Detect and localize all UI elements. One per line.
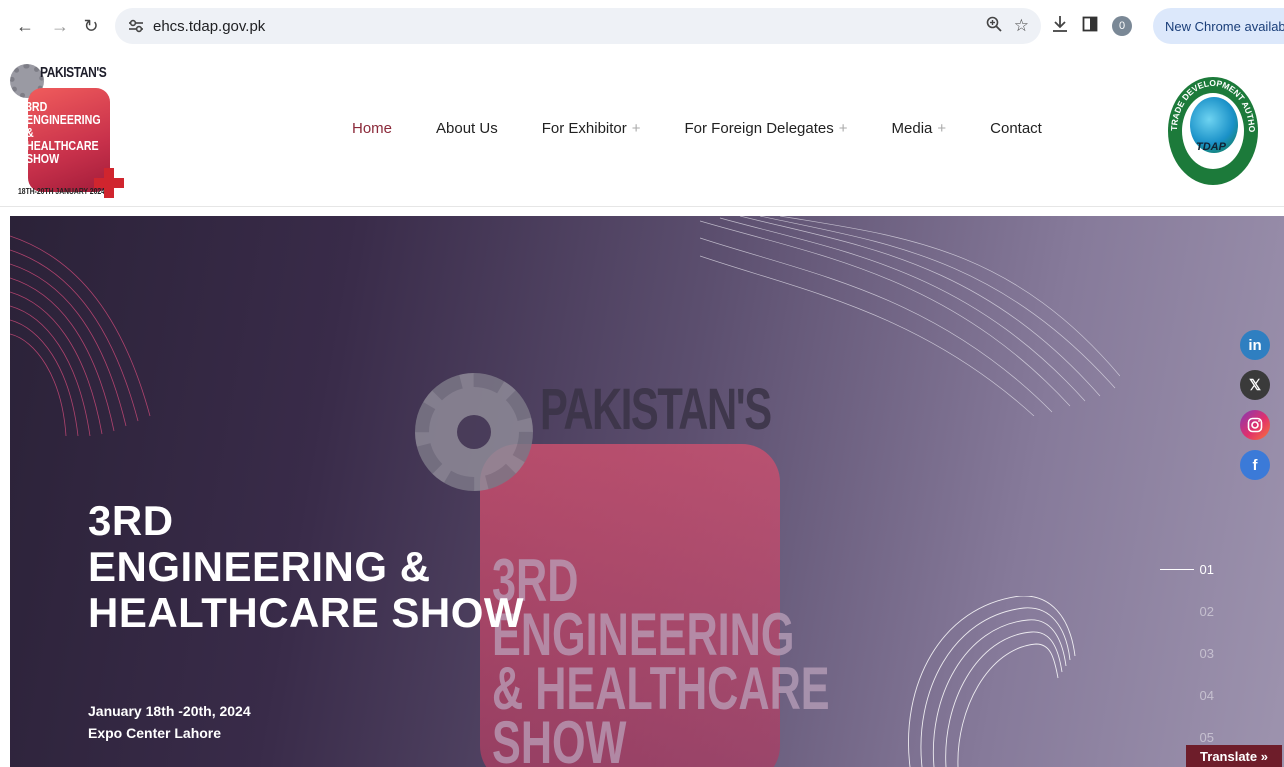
tdap-seal-logo[interactable]: TRADE DEVELOPMENT AUTHORITY OF PAKISTAN … (1168, 77, 1258, 185)
social-links: in 𝕏 f (1240, 330, 1270, 480)
seal-abbr: TDAP (1196, 141, 1226, 153)
hero-event-details: January 18th -20th, 2024 Expo Center Lah… (88, 700, 251, 744)
logo-date: 18TH-20TH JANUARY 2024 (18, 187, 105, 196)
linkedin-icon[interactable]: in (1240, 330, 1270, 360)
nav-for-exhibitor[interactable]: For Exhibitor + (542, 120, 641, 137)
nav-about-us[interactable]: About Us (436, 120, 498, 137)
address-bar[interactable]: ehcs.tdap.gov.pk ☆ (115, 8, 1041, 44)
instagram-icon[interactable] (1240, 410, 1270, 440)
logo-subtitle: 3RD ENGINEERING & HEALTHCARE SHOW (26, 99, 101, 166)
nav-media[interactable]: Media + (892, 120, 947, 137)
slide-pagination: 01 02 03 04 05 (1154, 548, 1214, 758)
slide-indicator[interactable]: 01 (1154, 548, 1214, 590)
slide-indicator[interactable]: 02 (1154, 590, 1214, 632)
translate-button[interactable]: Translate » (1186, 745, 1282, 767)
site-info-icon[interactable] (119, 19, 153, 33)
reload-icon[interactable]: ↻ (76, 11, 106, 41)
url-text[interactable]: ehcs.tdap.gov.pk (153, 18, 265, 35)
plus-icon: + (937, 120, 947, 137)
side-panel-icon[interactable] (1082, 16, 1098, 37)
plus-icon: + (838, 120, 848, 137)
wave-mesh-bottom (908, 596, 1076, 767)
wave-mesh-left (10, 235, 151, 436)
hero-headline: 3RD ENGINEERING & HEALTHCARE SHOW (88, 497, 525, 636)
event-date: January 18th -20th, 2024 (88, 703, 251, 719)
nav-contact[interactable]: Contact (990, 120, 1042, 137)
update-chrome-button[interactable]: New Chrome available (1153, 8, 1284, 44)
forward-arrow-icon[interactable]: → (45, 11, 75, 41)
medical-cross-icon (94, 168, 124, 198)
gear-icon (415, 373, 533, 491)
ghost-logo-brand: PAKISTAN'S (540, 377, 772, 442)
back-arrow-icon[interactable]: ← (10, 11, 40, 41)
hero-slider: PAKISTAN'S 3RD ENGINEERING & HEALTHCARE … (10, 216, 1284, 767)
event-logo[interactable]: PAKISTAN'S 3RD ENGINEERING & HEALTHCARE … (8, 60, 124, 200)
facebook-icon[interactable]: f (1240, 450, 1270, 480)
main-navigation: Home About Us For Exhibitor + For Foreign… (352, 120, 1086, 137)
x-icon[interactable]: 𝕏 (1240, 370, 1270, 400)
nav-for-foreign-delegates[interactable]: For Foreign Delegates + (685, 120, 848, 137)
zoom-icon[interactable] (986, 16, 1002, 37)
profile-avatar[interactable]: 0 (1112, 16, 1132, 36)
slide-indicator[interactable]: 03 (1154, 632, 1214, 674)
bookmark-star-icon[interactable]: ☆ (1014, 16, 1029, 36)
logo-brand: PAKISTAN'S (40, 64, 107, 81)
browser-toolbar: ← → ↻ ehcs.tdap.gov.pk ☆ 0 New Chrome av… (0, 0, 1284, 52)
download-icon[interactable] (1052, 15, 1068, 38)
nav-home[interactable]: Home (352, 120, 392, 137)
slide-indicator[interactable]: 04 (1154, 674, 1214, 716)
plus-icon: + (631, 120, 641, 137)
event-venue: Expo Center Lahore (88, 725, 222, 741)
ghost-logo-subtitle: 3RD ENGINEERING & HEALTHCARE SHOW (492, 547, 830, 767)
site-header: PAKISTAN'S 3RD ENGINEERING & HEALTHCARE … (0, 52, 1284, 207)
